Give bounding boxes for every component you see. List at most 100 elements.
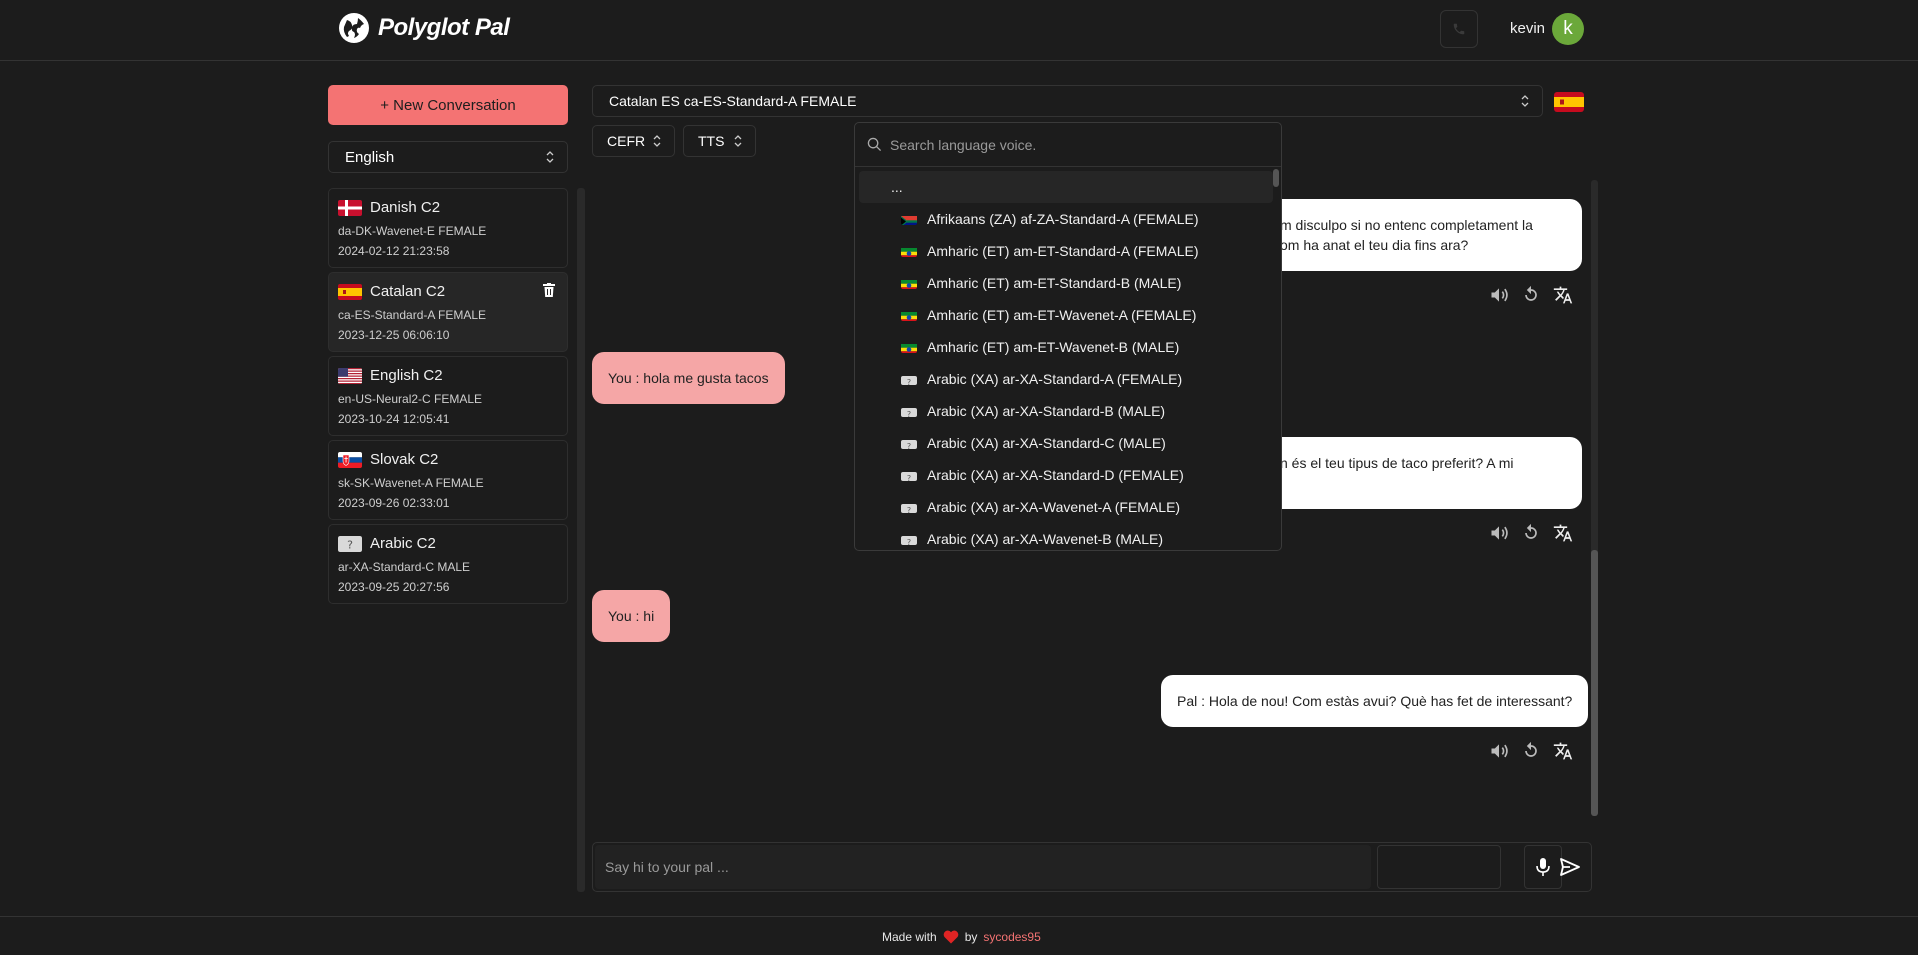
globe-icon [339, 13, 369, 43]
voice-select[interactable]: Catalan ES ca-ES-Standard-A FEMALE [592, 85, 1543, 117]
selected-language-flag-icon [1554, 92, 1584, 112]
conversation-voice: da-DK-Wavenet-E FEMALE [338, 224, 487, 238]
voice-option[interactable]: Afrikaans (ZA) af-ZA-Standard-A (FEMALE) [859, 203, 1273, 235]
chevron-updown-icon [653, 135, 661, 147]
send-icon [1560, 858, 1580, 876]
conversation-card-arabic[interactable]: ? Arabic C2 ar-XA-Standard-C MALE 2023-0… [328, 524, 568, 604]
svg-text:?: ? [907, 506, 911, 513]
voice-option[interactable]: ? Arabic (XA) ar-XA-Wavenet-B (MALE) [859, 523, 1273, 550]
translate-icon[interactable] [1553, 741, 1573, 761]
svg-text:?: ? [907, 538, 911, 545]
svg-text:?: ? [907, 442, 911, 449]
conversation-title: Slovak C2 [370, 451, 439, 468]
voice-option[interactable]: ? Arabic (XA) ar-XA-Standard-B (MALE) [859, 395, 1273, 427]
conversation-date: 2023-09-25 20:27:56 [338, 580, 450, 594]
conversation-list: Danish C2 da-DK-Wavenet-E FEMALE 2024-02… [328, 188, 568, 608]
message-actions [1489, 741, 1573, 761]
unknown-flag-icon: ? [901, 534, 917, 545]
message-input[interactable]: Say hi to your pal ... [595, 845, 1371, 889]
user-message: You : hola me gusta tacos [592, 352, 785, 404]
tts-label: TTS [698, 133, 725, 149]
conversation-date: 2024-02-12 21:23:58 [338, 244, 450, 258]
translate-icon[interactable] [1553, 285, 1573, 305]
svg-text:?: ? [347, 538, 353, 551]
voice-option[interactable]: ? Arabic (XA) ar-XA-Wavenet-A (FEMALE) [859, 491, 1273, 523]
mic-icon [1536, 858, 1550, 876]
conversation-title: English C2 [370, 367, 443, 384]
replay-icon[interactable] [1521, 741, 1541, 761]
message-line: n és el teu tipus de taco preferit? A mi [1280, 455, 1514, 471]
chevron-updown-icon [734, 135, 742, 147]
call-button[interactable] [1440, 10, 1478, 48]
cefr-select[interactable]: CEFR [592, 125, 675, 157]
conversation-voice: ca-ES-Standard-A FEMALE [338, 308, 487, 322]
footer: Made with by sycodes95 [0, 916, 1918, 955]
svg-text:?: ? [907, 410, 911, 417]
cefr-label: CEFR [607, 133, 646, 149]
send-button[interactable] [1551, 845, 1589, 889]
denmark-flag-icon [338, 199, 362, 216]
username: kevin [1510, 20, 1546, 37]
chat-scrollbar[interactable] [1591, 180, 1598, 816]
voice-option[interactable]: Amharic (ET) am-ET-Standard-B (MALE) [859, 267, 1273, 299]
svg-text:?: ? [907, 474, 911, 481]
conversation-card-danish[interactable]: Danish C2 da-DK-Wavenet-E FEMALE 2024-02… [328, 188, 568, 268]
conversation-date: 2023-09-26 02:33:01 [338, 496, 450, 510]
dropdown-scrollbar[interactable] [1273, 169, 1279, 187]
author-link[interactable]: sycodes95 [983, 930, 1040, 944]
logo[interactable]: Polyglot Pal [338, 12, 510, 44]
voice-option-label: Afrikaans (ZA) af-ZA-Standard-A (FEMALE) [927, 211, 1199, 227]
sidebar-scrollbar[interactable] [577, 188, 585, 892]
conversation-voice: en-US-Neural2-C FEMALE [338, 392, 483, 406]
voice-option[interactable]: ? Arabic (XA) ar-XA-Standard-A (FEMALE) [859, 363, 1273, 395]
unknown-flag-icon: ? [901, 406, 917, 417]
tts-select[interactable]: TTS [683, 125, 756, 157]
chat-scrollbar-thumb[interactable] [1591, 550, 1598, 816]
conversation-title: Danish C2 [370, 199, 441, 216]
voice-option[interactable]: Amharic (ET) am-ET-Wavenet-B (MALE) [859, 331, 1273, 363]
conversation-voice: sk-SK-Wavenet-A FEMALE [338, 476, 484, 490]
voice-option[interactable]: Amharic (ET) am-ET-Wavenet-A (FEMALE) [859, 299, 1273, 331]
voice-option[interactable]: ? Arabic (XA) ar-XA-Standard-D (FEMALE) [859, 459, 1273, 491]
conversation-card-slovak[interactable]: Slovak C2 sk-SK-Wavenet-A FEMALE 2023-09… [328, 440, 568, 520]
voice-option-ellipsis[interactable]: ... [859, 171, 1273, 203]
voice-option-label: Arabic (XA) ar-XA-Standard-B (MALE) [927, 403, 1166, 419]
conversation-card-catalan[interactable]: Catalan C2 ca-ES-Standard-A FEMALE 2023-… [328, 272, 568, 352]
slovakia-flag-icon [338, 451, 362, 468]
conversation-date: 2023-10-24 12:05:41 [338, 412, 450, 426]
voice-option-label: Arabic (XA) ar-XA-Standard-D (FEMALE) [927, 467, 1184, 483]
conversation-card-english[interactable]: English C2 en-US-Neural2-C FEMALE 2023-1… [328, 356, 568, 436]
speaker-icon[interactable] [1489, 285, 1509, 305]
spain-flag-icon [338, 283, 362, 300]
message-actions [1489, 285, 1573, 305]
ui-language-value: English [345, 148, 395, 166]
ethiopia-flag-icon [901, 310, 917, 321]
replay-icon[interactable] [1521, 523, 1541, 543]
voice-search-bar [855, 123, 1281, 167]
message-line: m disculpo si no entenc completament la [1280, 217, 1533, 233]
trash-icon[interactable] [543, 283, 555, 297]
usa-flag-icon [338, 367, 362, 384]
voice-search-input[interactable] [890, 136, 1270, 153]
ui-language-select[interactable]: English [328, 141, 568, 173]
speaker-icon[interactable] [1489, 523, 1509, 543]
voice-option-list: ... Afrikaans (ZA) af-ZA-Standard-A (FEM… [859, 171, 1273, 550]
app-name: Polyglot Pal [378, 14, 510, 41]
new-conversation-button[interactable]: + New Conversation [328, 85, 568, 125]
translate-icon[interactable] [1553, 523, 1573, 543]
voice-select-value: Catalan ES ca-ES-Standard-A FEMALE [609, 93, 857, 109]
replay-icon[interactable] [1521, 285, 1541, 305]
voice-option-label: ... [891, 179, 903, 195]
speaker-icon[interactable] [1489, 741, 1509, 761]
avatar[interactable]: k [1552, 13, 1584, 45]
conversation-voice: ar-XA-Standard-C MALE [338, 560, 471, 574]
voice-option[interactable]: ? Arabic (XA) ar-XA-Standard-C (MALE) [859, 427, 1273, 459]
ethiopia-flag-icon [901, 342, 917, 353]
footer-made-with: Made with [882, 930, 937, 944]
unknown-flag-icon: ? [901, 438, 917, 449]
message-line: om ha anat el teu dia fins ara? [1280, 237, 1469, 253]
chevron-updown-icon [1521, 95, 1529, 107]
app-header: Polyglot Pal kevin k [0, 0, 1918, 61]
unknown-flag-icon: ? [338, 535, 362, 552]
voice-option[interactable]: Amharic (ET) am-ET-Standard-A (FEMALE) [859, 235, 1273, 267]
